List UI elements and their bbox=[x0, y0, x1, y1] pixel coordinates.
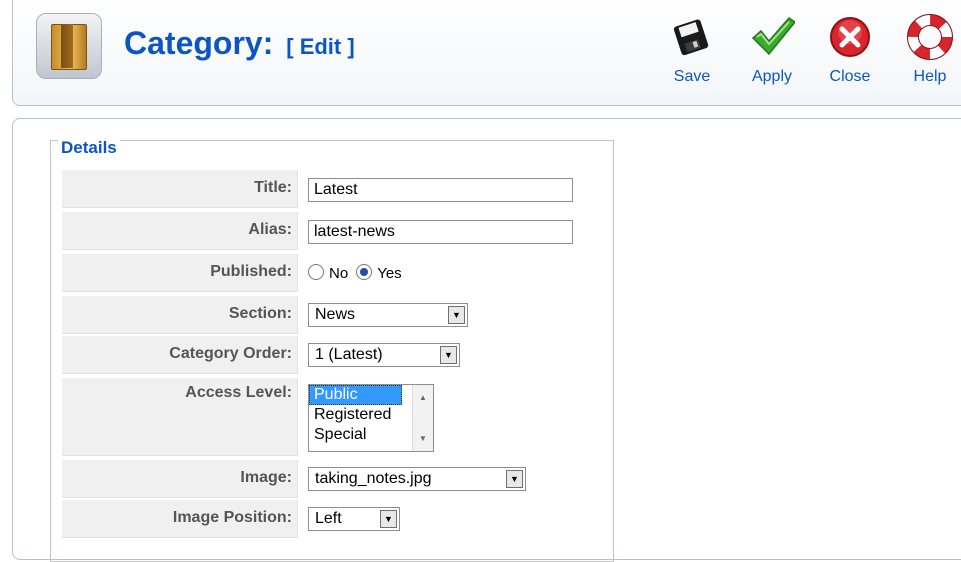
published-yes-label: Yes bbox=[377, 265, 402, 282]
category-order-select[interactable]: 1 (Latest) ▼ bbox=[308, 343, 460, 367]
scroll-down-icon[interactable]: ▼ bbox=[413, 434, 433, 443]
page-subtitle: [ Edit ] bbox=[286, 34, 355, 59]
published-row: Published: No Yes bbox=[62, 254, 602, 292]
published-no-radio[interactable] bbox=[308, 264, 324, 280]
floppy-disk-icon bbox=[669, 14, 715, 60]
access-level-label: Access Level: bbox=[62, 378, 298, 456]
apply-label: Apply bbox=[751, 68, 793, 85]
image-position-select[interactable]: Left ▼ bbox=[308, 507, 400, 531]
section-label: Section: bbox=[62, 296, 298, 334]
section-select[interactable]: News ▼ bbox=[308, 303, 468, 327]
category-order-row: Category Order: 1 (Latest) ▼ bbox=[62, 336, 602, 374]
category-order-select-value: 1 (Latest) bbox=[315, 346, 383, 363]
access-level-option-registered[interactable]: Registered bbox=[309, 405, 402, 425]
published-no-label: No bbox=[329, 265, 349, 282]
access-level-option-special[interactable]: Special bbox=[309, 425, 402, 445]
category-order-label: Category Order: bbox=[62, 336, 298, 374]
image-select-value: taking_notes.jpg bbox=[315, 470, 432, 487]
page-title-text: Category: bbox=[124, 25, 274, 61]
image-select[interactable]: taking_notes.jpg ▼ bbox=[308, 467, 526, 491]
close-button[interactable]: Close bbox=[815, 14, 885, 86]
listbox-scrollbar[interactable]: ▲ ▼ bbox=[412, 385, 433, 451]
published-yes-radio[interactable] bbox=[356, 264, 373, 280]
category-folder-icon bbox=[36, 13, 102, 79]
image-position-row: Image Position: Left ▼ bbox=[62, 500, 602, 538]
checkmark-icon bbox=[749, 14, 797, 60]
scroll-up-icon[interactable]: ▲ bbox=[413, 393, 433, 402]
title-input[interactable]: Latest bbox=[308, 178, 573, 202]
published-radio-group: No Yes bbox=[308, 264, 410, 282]
save-button[interactable]: Save bbox=[657, 14, 727, 86]
title-label: Title: bbox=[62, 170, 298, 208]
section-row: Section: News ▼ bbox=[62, 296, 602, 334]
chevron-down-icon[interactable]: ▼ bbox=[448, 306, 465, 324]
save-label: Save bbox=[673, 68, 711, 85]
close-label: Close bbox=[829, 68, 871, 85]
lifebuoy-help-icon bbox=[907, 14, 953, 60]
image-row: Image: taking_notes.jpg ▼ bbox=[62, 460, 602, 498]
help-button[interactable]: Help bbox=[895, 14, 961, 86]
title-row: Title: Latest bbox=[62, 170, 602, 208]
access-level-listbox[interactable]: Public Registered Special ▲ ▼ bbox=[308, 384, 434, 452]
section-select-value: News bbox=[315, 306, 356, 323]
close-icon bbox=[827, 14, 873, 60]
chevron-down-icon[interactable]: ▼ bbox=[506, 470, 523, 488]
page-title: Category: [ Edit ] bbox=[124, 25, 355, 62]
alias-input[interactable]: latest-news bbox=[308, 220, 573, 244]
alias-row: Alias: latest-news bbox=[62, 212, 602, 250]
image-position-select-value: Left bbox=[315, 510, 342, 527]
chevron-down-icon[interactable]: ▼ bbox=[440, 346, 457, 364]
help-label: Help bbox=[913, 68, 947, 85]
access-level-option-public[interactable]: Public bbox=[309, 385, 402, 405]
image-label: Image: bbox=[62, 460, 298, 498]
chevron-down-icon[interactable]: ▼ bbox=[380, 510, 397, 528]
access-level-row: Access Level: Public Registered Special … bbox=[62, 378, 602, 456]
published-label: Published: bbox=[62, 254, 298, 292]
apply-button[interactable]: Apply bbox=[737, 14, 807, 86]
alias-label: Alias: bbox=[62, 212, 298, 250]
details-legend: Details bbox=[58, 138, 120, 158]
image-position-label: Image Position: bbox=[62, 500, 298, 538]
